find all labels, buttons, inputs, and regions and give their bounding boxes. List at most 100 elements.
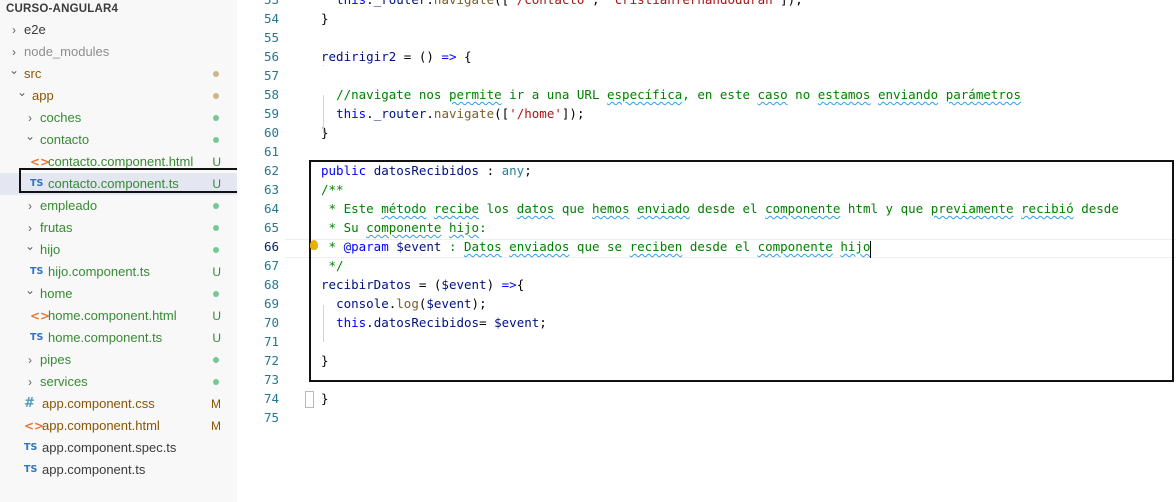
tree-item-services[interactable]: › services [0,371,237,393]
tree-item-contacto[interactable]: ⌄ contacto [0,129,237,151]
code-line-63[interactable]: /** [321,180,344,199]
tree-item-app-component-html[interactable]: <> app.component.html M [0,415,237,437]
code-token: . [426,106,434,121]
lightbulb-icon[interactable] [310,240,318,250]
explorer-root-title[interactable]: CURSO-ANGULAR4 [6,0,118,18]
tree-item-src[interactable]: ⌄ src [0,63,237,85]
code-token: 'cristianfernandoduran' [607,0,780,7]
git-status-badge: U [212,155,221,169]
code-token: //navigate nos [336,87,449,102]
text-cursor [870,241,871,258]
code-token: = () [396,49,442,64]
code-token: Datos [464,239,502,254]
tree-item-home[interactable]: ⌄ home [0,283,237,305]
code-token: @param [343,239,389,254]
code-token: console [336,296,389,311]
indent-guide [323,65,324,66]
chevron-right-icon[interactable]: › [24,195,36,217]
tree-item-contacto-component-html[interactable]: <> contacto.component.html U [0,151,237,173]
line-number: 62 [263,163,279,178]
code-line-64[interactable]: * Este método recibe los datos que hemos… [321,199,1119,218]
code-line-56[interactable]: redirigir2 = () => { [321,47,472,66]
code-line-65[interactable]: * Su componente hijo: [321,218,487,237]
code-token: los [479,201,517,216]
code-token: $event [441,277,487,292]
code-line-58[interactable]: //navigate nos permite ir a una URL espe… [321,85,1021,104]
line-number: 68 [263,277,279,292]
code-line-67[interactable]: */ [321,256,344,275]
code-editor[interactable]: 53 54 55 56 57 58 59 60 61 62 63 64 65 66 67 68 69 70 71 72… [237,0,1176,502]
git-status-badge: U [212,177,221,191]
line-number: 69 [263,296,279,311]
tree-item-label: empleado [40,198,98,213]
matching-brace-highlight [305,391,314,408]
code-token: ir a una URL [501,87,607,102]
tree-item-node-modules[interactable]: › node_modules [0,41,237,63]
code-token: que [554,201,592,216]
code-token: caso [757,87,788,102]
code-token: public [321,163,367,178]
tree-item-label: contacto.component.html [48,154,194,169]
tree-item-label: coches [40,110,82,125]
line-number: 73 [263,372,279,387]
line-number: 67 [263,258,279,273]
code-token: hijo [840,239,871,254]
code-line-70[interactable]: this.datosRecibidos= $event; [321,313,547,332]
ts-file-icon: TS [30,178,44,189]
chevron-down-icon[interactable]: ⌄ [24,125,36,147]
tree-item-label: contacto [40,132,90,147]
tree-item-label: app.component.ts [42,462,146,477]
tree-item-app-component-ts[interactable]: TS app.component.ts [0,459,237,481]
chevron-down-icon[interactable]: ⌄ [24,235,36,257]
tree-item-label: services [40,374,88,389]
chevron-down-icon[interactable]: ⌄ [24,279,36,301]
code-line-72[interactable]: } [321,351,329,370]
code-line-66[interactable]: * @param $event : Datos enviados que se … [321,237,871,256]
code-line-54[interactable]: } [321,9,329,28]
git-status-dot [213,137,219,143]
code-token: * [321,239,344,254]
code-token: $event [396,239,442,254]
tree-item-e2e[interactable]: › e2e [0,19,237,41]
tree-item-hijo[interactable]: ⌄ hijo [0,239,237,261]
line-number: 53 [239,0,279,9]
css-file-icon: # [24,396,35,411]
chevron-right-icon[interactable]: › [24,371,36,393]
tree-item-empleado[interactable]: › empleado [0,195,237,217]
chevron-down-icon[interactable]: ⌄ [16,81,28,103]
code-line-69[interactable]: console.log($event); [321,294,487,313]
code-token: , [592,0,607,7]
chevron-right-icon[interactable]: › [8,19,20,41]
tree-item-home-component-ts[interactable]: TS home.component.ts U [0,327,237,349]
git-status-dot [213,115,219,121]
code-token: componente [765,201,841,216]
code-line-53[interactable]: this._router.navigate(['/contacto', 'cri… [321,0,803,9]
tree-item-label: contacto.component.ts [48,176,179,191]
code-token: datos [516,201,555,216]
chevron-right-icon[interactable]: › [24,349,36,371]
tree-item-app[interactable]: ⌄ app [0,85,237,107]
code-token: que se [569,239,630,254]
tree-item-label: frutas [40,220,73,235]
chevron-down-icon[interactable]: ⌄ [8,59,20,81]
code-line-68[interactable]: recibirDatos = ($event) =>{ [321,275,524,294]
line-number: 61 [263,144,279,159]
code-line-59[interactable]: this._router.navigate(['/home']); [321,104,584,123]
tree-item-contacto-component-ts[interactable]: TS contacto.component.ts U [0,173,237,195]
line-number: 54 [263,11,279,26]
tree-item-app-component-css[interactable]: # app.component.css M [0,393,237,415]
line-number: 59 [263,106,279,121]
tree-item-label: home [40,286,73,301]
code-token: ; [539,315,547,330]
tree-item-app-component-spec-ts[interactable]: TS app.component.spec.ts [0,437,237,459]
code-line-62[interactable]: public datosRecibidos : any; [321,161,532,180]
tree-item-home-component-html[interactable]: <> home.component.html U [0,305,237,327]
tree-item-label: node_modules [24,44,110,59]
tree-item-pipes[interactable]: › pipes [0,349,237,371]
code-token: { [456,49,472,64]
indent-guide [323,305,324,342]
code-line-74[interactable]: } [321,389,329,408]
